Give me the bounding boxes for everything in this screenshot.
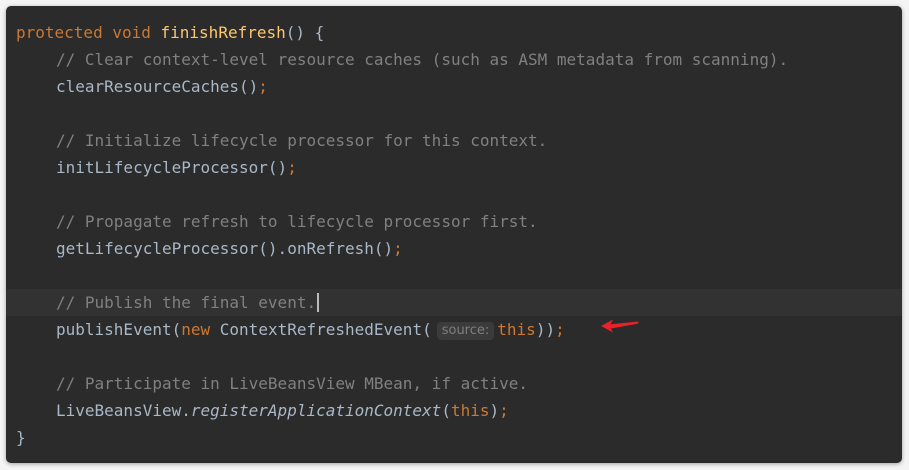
code-editor[interactable]: protected void finishRefresh() { // Clea… xyxy=(6,6,902,463)
call-paren-close: )) xyxy=(535,320,556,339)
code-line-signature: protected void finishRefresh() { xyxy=(16,19,902,46)
code-area[interactable]: protected void finishRefresh() { // Clea… xyxy=(6,19,902,451)
red-arrow-annotation-icon xyxy=(601,319,639,333)
comment: // Propagate refresh to lifecycle proces… xyxy=(56,212,538,231)
keyword-protected: protected xyxy=(16,23,103,42)
call-parens: () xyxy=(239,77,259,96)
code-line-comment-5: // Participate in LiveBeansView MBean, i… xyxy=(16,370,902,397)
text-cursor xyxy=(317,293,320,312)
code-line-closing-brace: } xyxy=(16,424,902,451)
code-line-call-4: publishEvent(new ContextRefreshedEvent(s… xyxy=(16,316,902,343)
method-call: initLifecycleProcessor xyxy=(56,158,268,177)
parameter-name-hint: source: xyxy=(436,322,495,340)
method-call: getLifecycleProcessor().onRefresh xyxy=(56,239,374,258)
keyword-new: new xyxy=(181,320,211,339)
code-line-comment-3: // Propagate refresh to lifecycle proces… xyxy=(16,208,902,235)
keyword-this: this xyxy=(497,320,536,339)
code-line-call-3: getLifecycleProcessor().onRefresh(); xyxy=(16,235,902,262)
comment: // Participate in LiveBeansView MBean, i… xyxy=(56,374,529,393)
semicolon: ; xyxy=(499,401,509,420)
code-line-comment-1: // Clear context-level resource caches (… xyxy=(16,46,902,73)
keyword-this: this xyxy=(450,401,490,420)
call-paren-open: ( xyxy=(171,320,182,339)
semicolon: ; xyxy=(287,158,297,177)
call-paren-close: ) xyxy=(489,401,500,420)
method-params-brace: () { xyxy=(285,23,325,42)
comment: // Publish the final event. xyxy=(56,293,317,312)
comment: // Initialize lifecycle processor for th… xyxy=(56,131,548,150)
semicolon: ; xyxy=(258,77,268,96)
call-paren-open: ( xyxy=(441,401,451,420)
class-reference: LiveBeansView. xyxy=(56,401,191,420)
code-line-call-5: LiveBeansView.registerApplicationContext… xyxy=(16,397,902,424)
method-call: publishEvent xyxy=(56,320,172,339)
semicolon: ; xyxy=(555,320,565,339)
class-name: ContextRefreshedEvent xyxy=(219,320,423,339)
code-line-call-1: clearResourceCaches(); xyxy=(16,73,902,100)
static-method-call: registerApplicationContext xyxy=(190,401,442,420)
code-line-call-2: initLifecycleProcessor(); xyxy=(16,154,902,181)
code-line-current-comment-4[interactable]: // Publish the final event. xyxy=(6,289,902,316)
method-call: clearResourceCaches xyxy=(56,77,240,96)
method-name: finishRefresh xyxy=(160,23,286,42)
closing-brace: } xyxy=(16,428,26,447)
call-parens: () xyxy=(373,239,394,258)
call-paren-open-inner: ( xyxy=(422,320,432,339)
call-parens: () xyxy=(267,158,288,177)
comment: // Clear context-level resource caches (… xyxy=(56,50,789,69)
semicolon: ; xyxy=(393,239,403,258)
code-line-comment-2: // Initialize lifecycle processor for th… xyxy=(16,127,902,154)
keyword-void: void xyxy=(112,23,151,42)
